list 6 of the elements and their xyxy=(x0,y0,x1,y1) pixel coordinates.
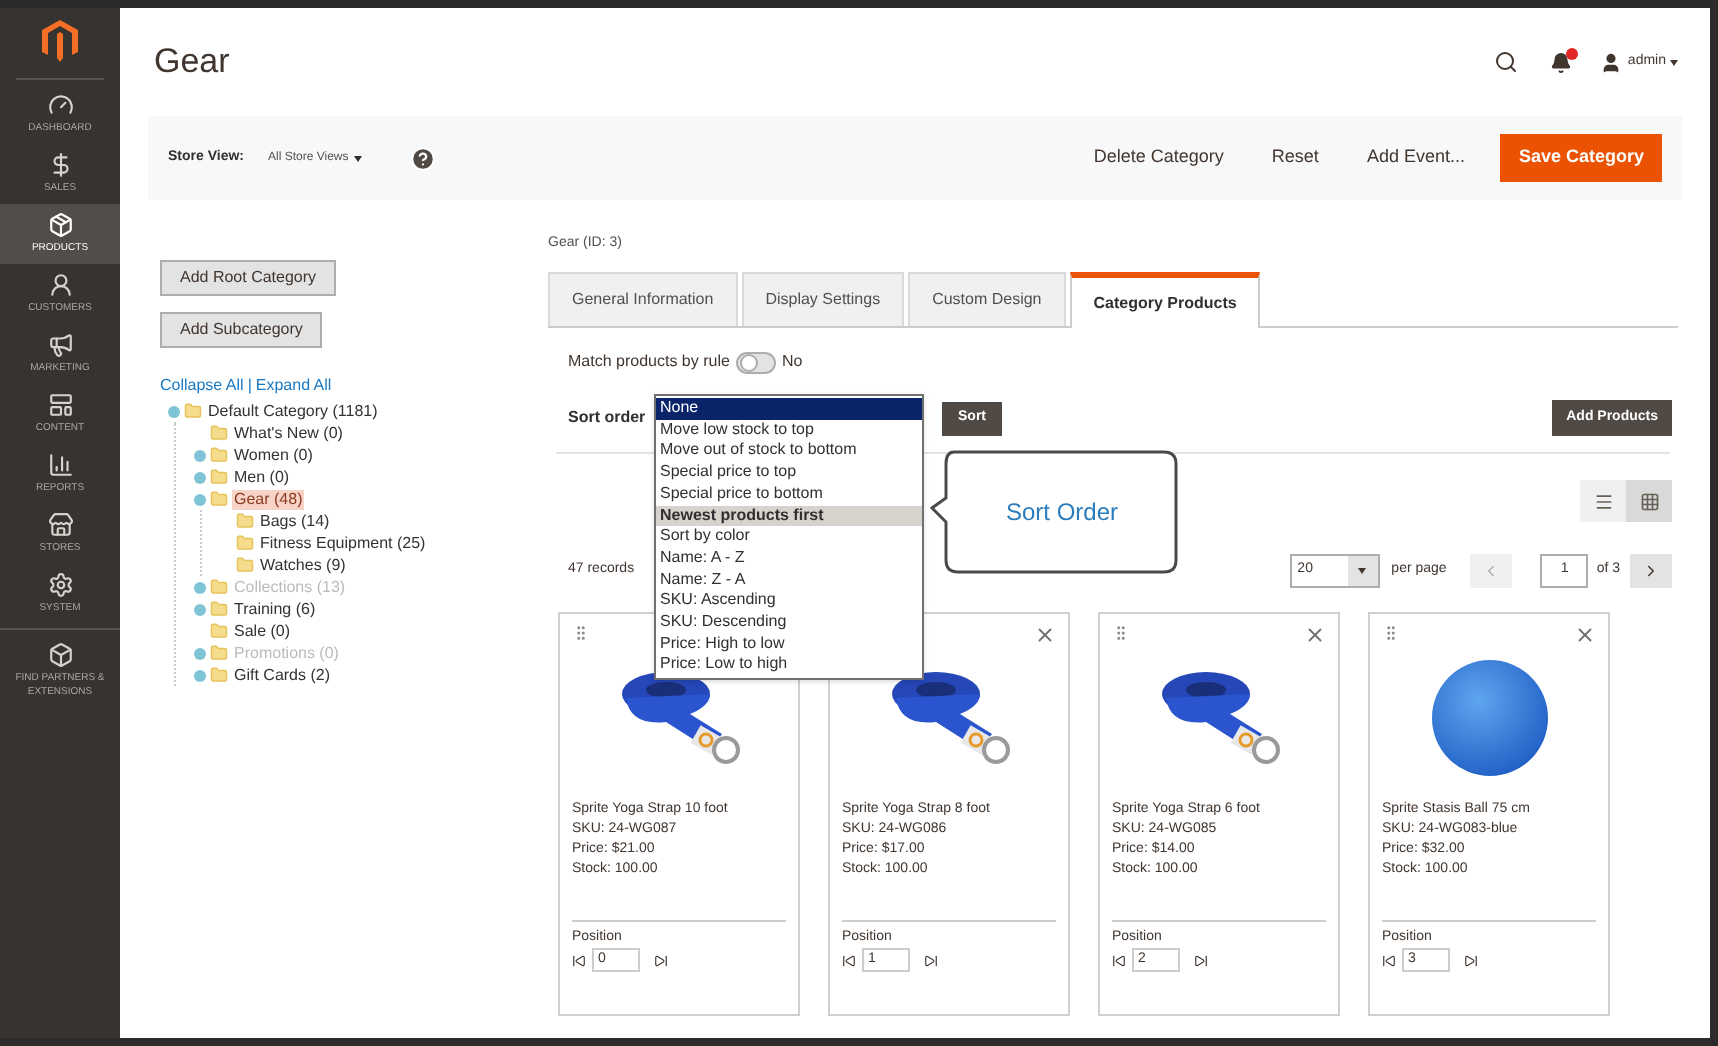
toggle-value: No xyxy=(781,350,803,374)
callout-text: Sort Order xyxy=(1005,496,1118,530)
link-separator: | xyxy=(247,374,252,398)
match-rule-label: Match products by rule xyxy=(568,350,730,374)
sort-order-label: Sort order xyxy=(568,406,648,430)
page-title: Gear xyxy=(154,40,232,85)
